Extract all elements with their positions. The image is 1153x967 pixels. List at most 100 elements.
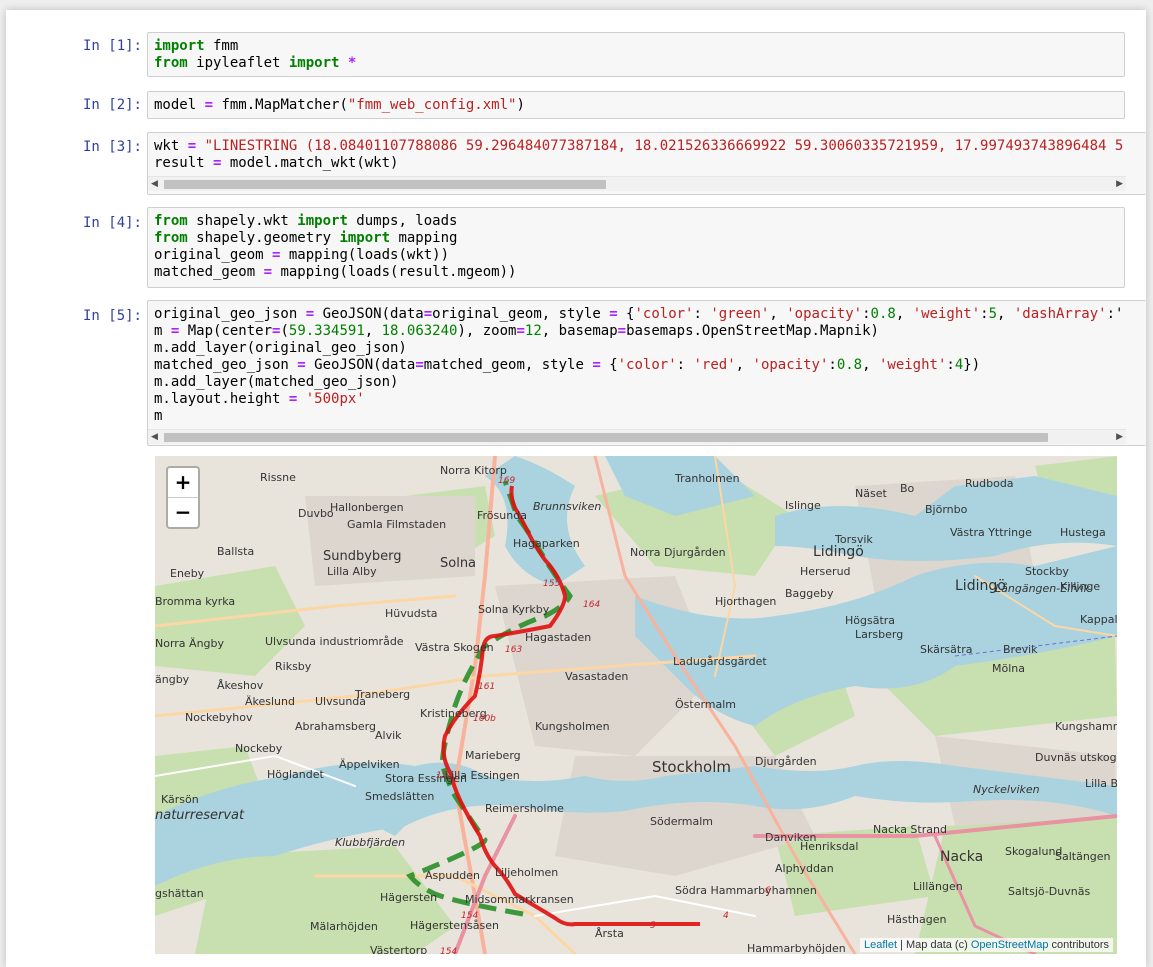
code-input[interactable]: model = fmm.MapMatcher("fmm_web_config.x…: [147, 91, 1125, 119]
map-place-label: Hägersten: [380, 891, 437, 904]
code-line[interactable]: m: [154, 408, 1140, 425]
map-place-label: Hägerstensåsen: [410, 919, 499, 932]
map-place-label: Västra Yttringe: [950, 526, 1032, 539]
code-text[interactable]: import fmm from ipyleaflet import *: [148, 33, 1124, 76]
map-place-label: Nacka Strand: [873, 823, 947, 836]
code-line[interactable]: original_geom = mapping(loads(wkt)): [154, 247, 1118, 264]
map-place-label: Saltängen: [1055, 850, 1111, 863]
code-line[interactable]: m.add_layer(matched_geo_json): [154, 374, 1140, 391]
map-tiles[interactable]: Norra Kitorp Rissne Hallonbergen Frösunda Br…: [155, 456, 1117, 954]
code-token: wkt: [154, 138, 188, 154]
code-token: 0.8: [836, 357, 863, 373]
code-line[interactable]: import fmm: [154, 38, 1118, 55]
map-place-label: Abrahamsberg: [295, 720, 376, 733]
code-line[interactable]: from shapely.wkt import dumps, loads: [154, 213, 1118, 230]
code-line[interactable]: m = Map(center = (59.334591, 18.063240), z…: [154, 323, 1140, 340]
code-token: =: [609, 306, 618, 322]
map-place-label: ängby: [155, 673, 190, 686]
code-line[interactable]: from ipyleaflet import *: [154, 55, 1118, 72]
map-place-label: Ladugårdsgärdet: [673, 655, 767, 668]
map-place-label: Kärsön: [161, 793, 199, 806]
code-line[interactable]: matched_geom = mapping(loads(result.mgeo…: [154, 264, 1118, 281]
code-text[interactable]: wkt = "LINESTRING (18.08401107788086 59.…: [148, 133, 1146, 176]
horizontal-scrollbar[interactable]: ◀ ▶: [148, 176, 1126, 191]
code-token: from: [154, 213, 188, 229]
map-place-label: Duvnäs utskog: [1035, 751, 1117, 764]
map-route-number: 6: [765, 886, 771, 896]
code-line[interactable]: result = model.match_wkt(wkt): [154, 155, 1140, 172]
map-place-label: Mälarhöjden: [310, 920, 378, 933]
code-text[interactable]: original_geo_json = GeoJSON(data=origina…: [148, 301, 1146, 429]
map-place-label: Stockholm: [652, 758, 731, 776]
osm-link[interactable]: OpenStreetMap: [971, 939, 1049, 951]
map-place-label: Norra Djurgården: [630, 546, 726, 559]
code-token: 'color': [634, 306, 694, 322]
code-input[interactable]: original_geo_json = GeoJSON(data=origina…: [147, 300, 1146, 446]
code-token: =: [204, 97, 214, 113]
code-token: dumps, loads: [347, 213, 458, 229]
attribution-text: | Map data (c): [897, 939, 971, 951]
code-line[interactable]: m.layout.height = '500px': [154, 391, 1140, 408]
map-place-label: Riksby: [275, 660, 312, 673]
scroll-thumb[interactable]: [164, 180, 606, 189]
map-place-label: Hallonbergen: [330, 501, 404, 514]
map-place-label: Västra Skogen: [415, 641, 494, 654]
code-token: :: [676, 357, 694, 373]
code-token: matched_geom: [154, 264, 264, 280]
map-place-label: Rudboda: [965, 477, 1014, 490]
cell-prompt: In [2]:: [82, 97, 142, 113]
map-place-label: Reimersholme: [485, 802, 564, 815]
code-token: =: [617, 323, 627, 339]
code-text[interactable]: from shapely.wkt import dumps, loads from…: [148, 208, 1124, 285]
scroll-right-icon[interactable]: ▶: [1116, 432, 1123, 442]
map-place-label: Brunnsviken: [533, 500, 601, 513]
zoom-in-button[interactable]: +: [168, 468, 198, 498]
code-token: , basemap: [541, 323, 618, 339]
map-place-label: Lidingö: [813, 544, 864, 560]
zoom-out-button[interactable]: −: [168, 498, 198, 527]
map-route-number: 164: [583, 600, 600, 610]
code-text[interactable]: model = fmm.MapMatcher("fmm_web_config.x…: [148, 92, 1124, 118]
map-place-label: Killinge: [1060, 580, 1100, 593]
map-place-label: Bromma kyrka: [155, 595, 235, 608]
scroll-left-icon[interactable]: ◀: [151, 432, 158, 442]
code-input[interactable]: wkt = "LINESTRING (18.08401107788086 59.…: [147, 132, 1146, 195]
code-line[interactable]: original_geo_json = GeoJSON(data=origina…: [154, 306, 1140, 323]
map-attribution: Leaflet | Map data (c) OpenStreetMap con…: [860, 938, 1113, 952]
code-token: 'dashArray': [1013, 306, 1107, 322]
map-place-label: Klubbfjärden: [335, 836, 405, 849]
code-token: (: [280, 323, 289, 339]
scroll-thumb[interactable]: [164, 433, 1048, 442]
map-place-label: Henriksdal: [800, 840, 858, 853]
code-token: =: [423, 306, 433, 322]
map-place-label: Ballsta: [217, 545, 254, 558]
map-place-label: Aspudden: [425, 869, 480, 882]
code-line[interactable]: wkt = "LINESTRING (18.08401107788086 59.…: [154, 138, 1140, 155]
code-token: shapely.wkt: [187, 213, 298, 229]
scroll-left-icon[interactable]: ◀: [151, 179, 158, 189]
map-place-label: Larsberg: [855, 628, 903, 641]
leaflet-link[interactable]: Leaflet: [864, 939, 897, 951]
code-line[interactable]: m.add_layer(original_geo_json): [154, 340, 1140, 357]
code-input[interactable]: import fmm from ipyleaflet import *: [147, 32, 1125, 77]
code-token: mapping: [390, 230, 458, 246]
map-place-label: Nockeby: [235, 742, 283, 755]
map-place-label: Alphyddan: [775, 862, 834, 875]
code-line[interactable]: model = fmm.MapMatcher("fmm_web_config.x…: [154, 97, 1118, 114]
code-line[interactable]: matched_geo_json = GeoJSON(data=matched_…: [154, 357, 1140, 374]
horizontal-scrollbar[interactable]: ◀ ▶: [148, 429, 1126, 444]
code-token: result: [154, 155, 214, 171]
map-place-label: Duvbo: [298, 507, 334, 520]
scroll-right-icon[interactable]: ▶: [1116, 179, 1123, 189]
code-line[interactable]: from shapely.geometry import mapping: [154, 230, 1118, 247]
map-route-number: 4: [723, 911, 729, 921]
map-place-label: Gamla Filmstaden: [347, 518, 446, 531]
map-place-label: Näset: [855, 487, 887, 500]
map-place-label: Djurgården: [755, 755, 817, 768]
code-token: '500px': [305, 391, 365, 407]
map-place-label: Solna: [440, 556, 476, 571]
map-place-label: Hüvudsta: [385, 607, 438, 620]
code-token: =: [592, 357, 601, 373]
leaflet-map[interactable]: Norra Kitorp Rissne Hallonbergen Frösunda Br…: [155, 456, 1117, 954]
code-input[interactable]: from shapely.wkt import dumps, loads from…: [147, 207, 1125, 288]
